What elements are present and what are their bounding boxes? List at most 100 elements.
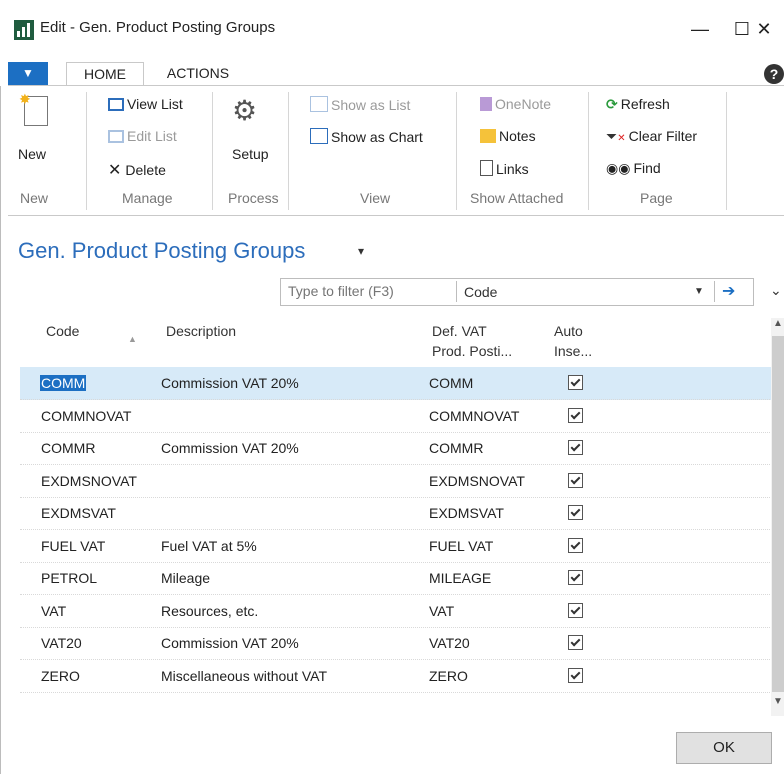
cell-code[interactable]: VAT20	[41, 635, 82, 651]
file-menu-button[interactable]: ▼	[8, 62, 48, 85]
cell-code[interactable]: ZERO	[41, 668, 80, 684]
group-divider	[726, 92, 727, 210]
table-row[interactable]: VAT20 Commission VAT 20% VAT20	[20, 627, 772, 660]
cell-code[interactable]: FUEL VAT	[41, 538, 105, 554]
show-as-list-button[interactable]: Show as List	[310, 96, 410, 113]
help-icon[interactable]: ?	[764, 64, 784, 84]
column-header-description[interactable]: Description	[166, 321, 236, 341]
filter-divider	[456, 281, 457, 302]
cell-description[interactable]: Commission VAT 20%	[161, 635, 299, 651]
table-row[interactable]: VAT Resources, etc. VAT	[20, 595, 772, 628]
cell-description[interactable]: Miscellaneous without VAT	[161, 668, 327, 684]
cell-code[interactable]: PETROL	[41, 570, 97, 586]
auto-insert-checkbox[interactable]	[568, 570, 583, 585]
clear-filter-icon: ⏷✕	[606, 128, 626, 144]
cell-code[interactable]: EXDMSNOVAT	[41, 473, 137, 489]
cell-def-vat-prod-posting-group[interactable]: COMM	[429, 375, 473, 391]
setup-button[interactable]: Setup	[232, 146, 269, 162]
auto-insert-checkbox[interactable]	[568, 635, 583, 650]
cell-def-vat-prod-posting-group[interactable]: EXDMSVAT	[429, 505, 504, 521]
refresh-button[interactable]: ⟳ Refresh	[606, 96, 670, 113]
tab-home[interactable]: HOME	[66, 62, 144, 87]
ok-button[interactable]: OK	[676, 732, 772, 764]
notes-button[interactable]: Notes	[480, 128, 536, 144]
chevron-down-icon[interactable]: ⌄	[770, 282, 782, 299]
delete-button[interactable]: ✕ Delete	[108, 160, 166, 180]
cell-def-vat-prod-posting-group[interactable]: EXDMSNOVAT	[429, 473, 525, 489]
table-row[interactable]: ZERO Miscellaneous without VAT ZERO	[20, 660, 772, 693]
close-button[interactable]: ✕	[744, 14, 784, 44]
cell-description[interactable]: Resources, etc.	[161, 603, 258, 619]
show-as-chart-icon	[310, 128, 328, 144]
cell-def-vat-prod-posting-group[interactable]: VAT	[429, 603, 454, 619]
table-row[interactable]: COMMR Commission VAT 20% COMMR	[20, 432, 772, 465]
show-as-list-label: Show as List	[331, 97, 411, 113]
scroll-up-icon[interactable]: ▲	[773, 318, 783, 329]
auto-insert-checkbox[interactable]	[568, 602, 583, 618]
cell-def-vat-prod-posting-group[interactable]: MILEAGE	[429, 570, 491, 586]
scroll-down-icon[interactable]: ▼	[773, 696, 783, 707]
clear-filter-button[interactable]: ⏷✕ Clear Filter	[606, 128, 697, 145]
cell-description[interactable]: Fuel VAT at 5%	[161, 538, 257, 554]
show-as-chart-button[interactable]: Show as Chart	[310, 128, 423, 145]
cell-code[interactable]: VAT	[41, 603, 66, 619]
cell-def-vat-prod-posting-group[interactable]: VAT20	[429, 635, 470, 651]
column-header-auto-insert[interactable]: Auto Inse...	[554, 321, 592, 361]
minimize-button[interactable]: —	[680, 14, 720, 44]
table-row[interactable]: EXDMSVAT EXDMSVAT	[20, 497, 772, 530]
find-label: Find	[633, 160, 661, 176]
table-row[interactable]: COMM Commission VAT 20% COMM	[20, 367, 772, 400]
onenote-button[interactable]: OneNote	[480, 96, 551, 112]
cell-description[interactable]: Mileage	[161, 570, 210, 586]
view-list-icon	[108, 98, 124, 111]
new-document-icon: ✸	[19, 91, 48, 126]
auto-insert-checkbox[interactable]	[568, 667, 583, 683]
find-button[interactable]: ◉◉ Find	[606, 160, 661, 177]
auto-insert-checkbox[interactable]	[568, 440, 583, 455]
table-row[interactable]: PETROL Mileage MILEAGE	[20, 562, 772, 595]
group-label-show-attached: Show Attached	[470, 190, 564, 206]
cell-def-vat-prod-posting-group[interactable]: ZERO	[429, 668, 468, 684]
group-divider	[456, 92, 457, 210]
notes-icon	[480, 129, 496, 143]
filter-field-select[interactable]: Code	[464, 284, 497, 300]
cell-code[interactable]: COMMNOVAT	[41, 408, 131, 424]
cell-description[interactable]: Commission VAT 20%	[161, 375, 299, 391]
cell-def-vat-prod-posting-group[interactable]: FUEL VAT	[429, 538, 493, 554]
links-button[interactable]: Links	[480, 160, 529, 177]
chevron-down-icon[interactable]: ▼	[694, 286, 704, 297]
cell-code[interactable]: COMM	[40, 375, 87, 391]
auto-insert-checkbox[interactable]	[568, 472, 583, 488]
group-divider	[588, 92, 589, 210]
table-row[interactable]: EXDMSNOVAT EXDMSNOVAT	[20, 465, 772, 498]
filter-input[interactable]	[288, 283, 448, 299]
column-header-code[interactable]: Code	[46, 321, 79, 341]
cell-def-vat-prod-posting-group[interactable]: COMMNOVAT	[429, 408, 519, 424]
view-list-button[interactable]: View List	[108, 96, 183, 112]
column-header-def-vat-prod-posting[interactable]: Def. VAT Prod. Posti...	[432, 321, 512, 361]
cell-code[interactable]: EXDMSVAT	[41, 505, 116, 521]
table-row[interactable]: FUEL VAT Fuel VAT at 5% FUEL VAT	[20, 530, 772, 563]
cell-code[interactable]: COMMR	[41, 440, 95, 456]
page-title-dropdown-icon[interactable]: ▾	[358, 244, 364, 258]
group-divider	[86, 92, 87, 210]
auto-insert-checkbox[interactable]	[568, 407, 583, 423]
group-label-view: View	[360, 190, 391, 206]
auto-insert-checkbox[interactable]	[568, 375, 583, 390]
auto-insert-checkbox[interactable]	[568, 505, 583, 520]
auto-insert-checkbox[interactable]	[568, 537, 583, 553]
group-label-manage: Manage	[122, 190, 173, 206]
cell-def-vat-prod-posting-group[interactable]: COMMR	[429, 440, 483, 456]
table-row[interactable]: COMMNOVAT COMMNOVAT	[20, 400, 772, 433]
clear-filter-label: Clear Filter	[628, 128, 698, 144]
edit-list-button[interactable]: Edit List	[108, 128, 177, 144]
new-button[interactable]: New	[18, 146, 46, 162]
apply-filter-arrow-icon[interactable]: ➔	[722, 281, 735, 301]
scrollbar-thumb[interactable]	[772, 336, 784, 692]
edit-list-icon	[108, 130, 124, 143]
delete-icon: ✕	[108, 162, 122, 179]
cell-description[interactable]: Commission VAT 20%	[161, 440, 299, 456]
tab-actions[interactable]: ACTIONS	[148, 62, 248, 86]
group-label-page: Page	[640, 190, 673, 206]
filter-divider	[714, 281, 715, 302]
